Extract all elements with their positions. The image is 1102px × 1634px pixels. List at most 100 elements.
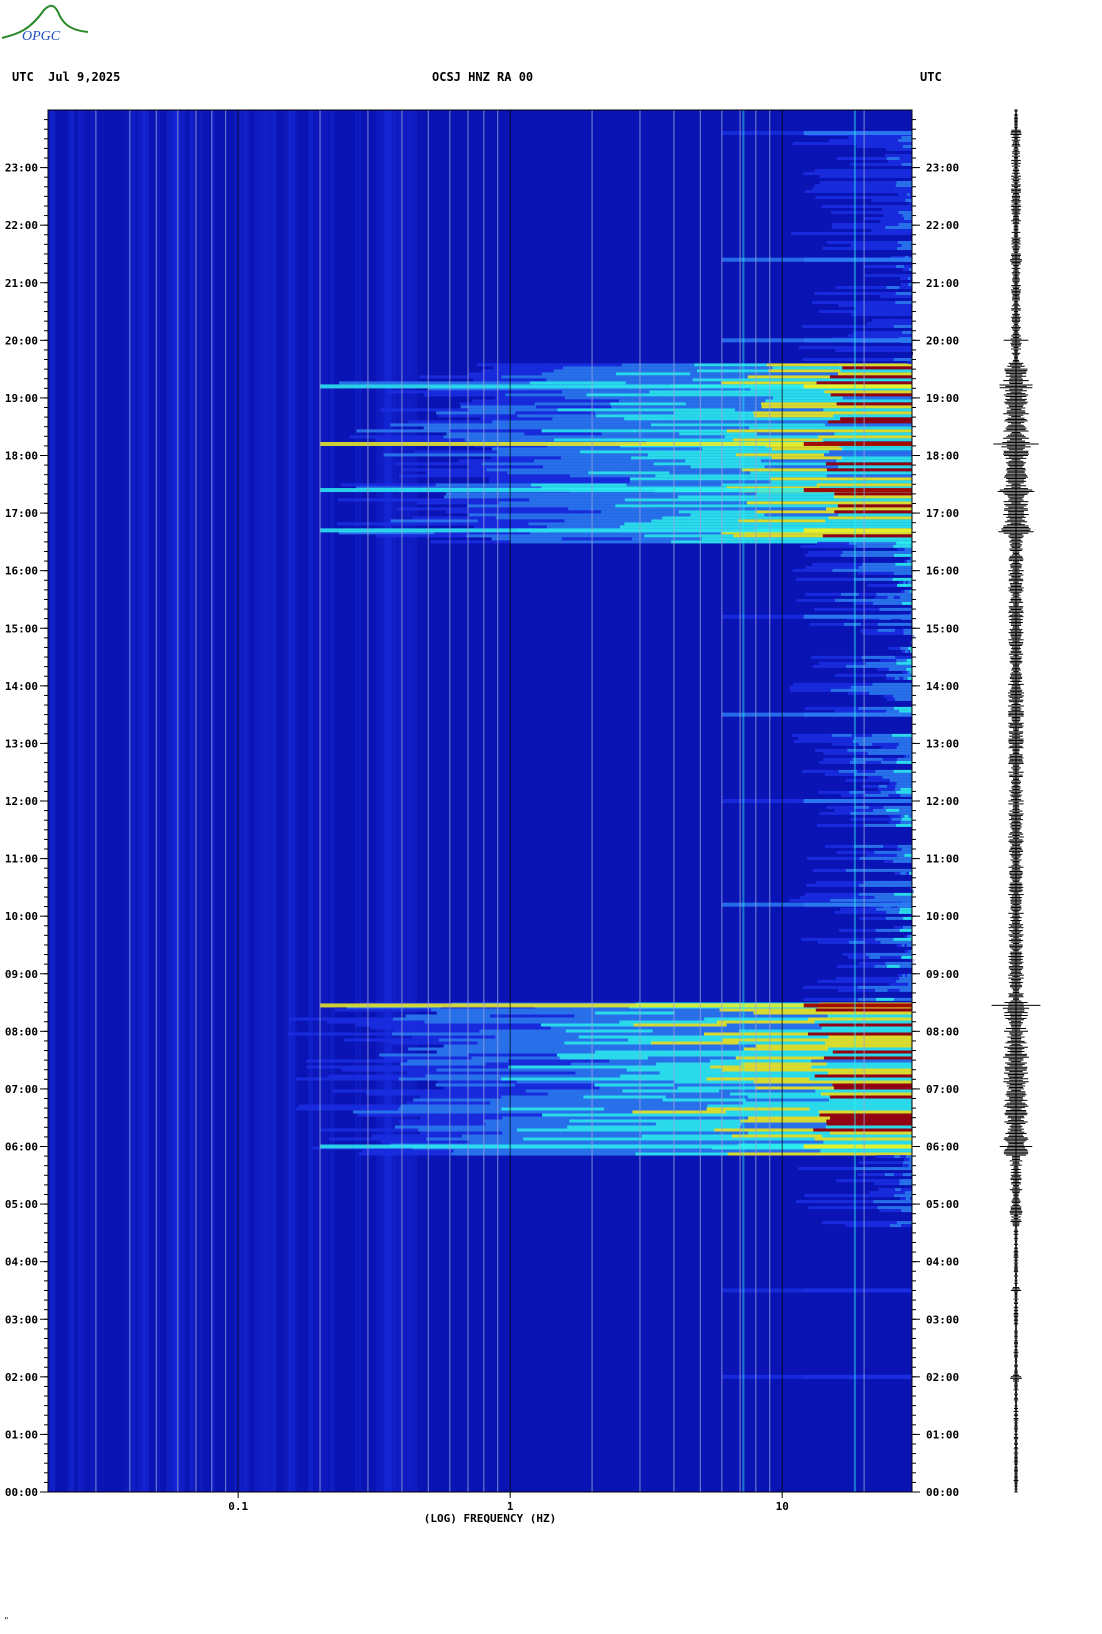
heatmap-cell [896,982,902,986]
heatmap-cell [839,772,855,776]
heatmap-cell [741,1122,828,1126]
heatmap-cell [763,372,839,376]
heatmap-cell [881,595,888,599]
heatmap-cell [868,916,878,920]
heatmap-cell [399,474,485,478]
heatmap-cell [559,480,631,484]
heatmap-cell [894,856,913,860]
heatmap-cell [893,997,913,1001]
heatmap-cell [485,1062,572,1066]
heatmap-texture-column [67,110,75,1492]
heatmap-cell [805,592,824,596]
y-tick-label-left: 18:00 [5,450,38,463]
heatmap-cell [654,507,741,511]
heatmap-cell [883,667,890,671]
heatmap-cell [288,1017,394,1021]
heatmap-cell [876,565,895,569]
heatmap-cell [875,595,882,599]
heatmap-cell [690,465,765,469]
heatmap-cell [746,501,830,505]
heatmap-cell [622,1089,720,1093]
heatmap-cell [896,181,913,184]
heatmap-cell [848,955,860,959]
heatmap-cell [674,1011,755,1015]
heatmap-cell [660,420,745,424]
heatmap-cell [881,760,897,764]
y-tick-label-right: 07:00 [926,1083,959,1096]
heatmap-cell [571,1062,657,1066]
heatmap-cell [717,1137,816,1141]
heatmap-cell [899,1182,907,1186]
heatmap-cell [390,519,479,523]
heatmap-cell [891,244,903,247]
heatmap-cell [826,1062,913,1066]
heatmap-cell [899,709,913,713]
heatmap-cell [750,471,832,475]
y-tick-label-right: 09:00 [926,968,959,981]
heatmap-cell [903,871,907,875]
heatmap-cell [841,883,860,887]
heatmap-cell [449,429,543,433]
heatmap-cell [741,468,828,472]
heatmap-cell [601,432,680,436]
y-tick-label-left: 14:00 [5,680,38,693]
heatmap-cell [885,658,892,662]
heatmap-cell [880,220,886,223]
heatmap-cell [878,562,896,566]
heatmap-cell [892,319,900,322]
heatmap-cell [424,393,506,397]
heatmap-cell [879,292,897,295]
heatmap-cell [834,808,848,812]
heatmap-cell [816,736,837,740]
y-tick-label-right: 02:00 [926,1371,959,1384]
y-tick-label-right: 00:00 [926,1486,959,1499]
heatmap-cell [446,492,525,496]
heatmap-cell [836,346,856,349]
heatmap-cell [894,706,913,710]
heatmap-cell [371,1134,463,1138]
heatmap-cell [855,895,875,899]
heatmap-cell [609,1065,711,1069]
logo-text: OPGC [22,29,61,44]
heatmap-cell [710,1065,812,1069]
heatmap-cell [419,1095,502,1099]
heatmap-cell [791,733,813,737]
heatmap-texture-column [262,110,270,1492]
heatmap-cell [876,1161,886,1165]
heatmap-cell [899,148,904,151]
heatmap-cell [836,405,913,409]
corner-mark: " [4,1616,9,1625]
heatmap-cell [869,241,885,244]
heatmap-cell [328,1074,427,1078]
heatmap-cell [413,450,498,454]
heatmap-cell [903,631,913,635]
heatmap-cell [867,1221,883,1225]
heatmap-cell [878,784,888,788]
heatmap-cell [882,208,888,211]
heatmap-cell [570,1122,657,1126]
heatmap-cell [531,483,627,487]
heatmap-cell [900,646,905,650]
heatmap-cell [817,979,834,983]
heatmap-cell [749,393,832,397]
heatmap-cell [327,1020,426,1024]
heatmap-cell [735,1056,825,1060]
heatmap-cell [893,544,913,548]
heatmap-cell [679,492,758,496]
heatmap-cell [860,817,872,821]
heatmap-cell [883,214,889,217]
heatmap-cell [842,952,855,956]
heatmap-cell [496,1032,601,1036]
heatmap-cell [900,952,913,956]
y-tick-label-right: 06:00 [926,1141,959,1154]
heatmap-cell [826,1119,913,1123]
heatmap-cell [550,1026,642,1030]
heatmap-cell [865,175,882,178]
heatmap-cell [883,307,894,310]
heatmap-cell [904,814,909,818]
heatmap-cell [533,1038,629,1042]
heatmap-cell [880,658,886,662]
heatmap-cell [860,244,872,247]
heatmap-cell [531,1068,628,1072]
heatmap-cell [604,1077,708,1081]
